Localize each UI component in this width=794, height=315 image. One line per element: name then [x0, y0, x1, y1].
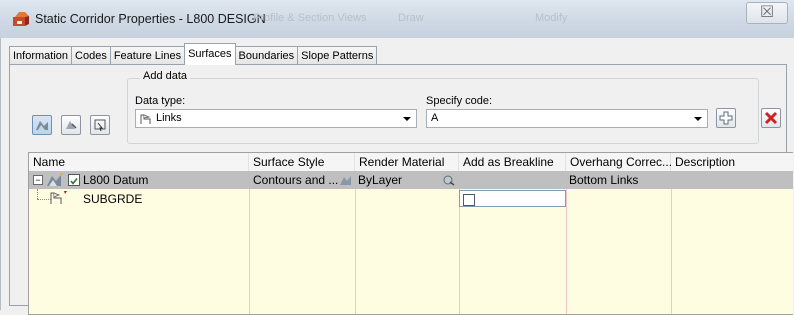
- pick-surface-button[interactable]: [90, 115, 110, 135]
- tab-slope-patterns[interactable]: Slope Patterns: [297, 46, 378, 65]
- add-as-breakline-checkbox[interactable]: [463, 194, 475, 206]
- surface-icon: [47, 173, 63, 186]
- add-icon: [719, 111, 733, 125]
- grid-header: Name Surface Style Render Material Add a…: [29, 153, 793, 172]
- close-icon: ☒: [759, 4, 775, 21]
- specify-code-dropdown[interactable]: A: [426, 109, 708, 128]
- ghost-ribbon-text: Draw: [398, 12, 424, 24]
- overhang-correction-value[interactable]: Bottom Links: [569, 171, 638, 189]
- include-checkbox[interactable]: [68, 174, 80, 186]
- tab-surfaces[interactable]: Surfaces: [184, 43, 236, 65]
- data-type-value: Links: [156, 112, 182, 124]
- style-edit-icon[interactable]: [339, 174, 352, 186]
- column-divider: [671, 171, 672, 314]
- add-data-label: Add data: [140, 70, 191, 82]
- column-header-description[interactable]: Description: [671, 153, 793, 171]
- table-row[interactable]: − L800 Datum Contours and ... ByLayer Bo…: [29, 171, 793, 189]
- surface-style-value[interactable]: Contours and ...: [253, 171, 338, 189]
- tab-codes[interactable]: Codes: [71, 46, 111, 65]
- column-header-surface-style[interactable]: Surface Style: [249, 153, 355, 171]
- links-icon: [50, 191, 67, 204]
- check-icon: [70, 178, 78, 185]
- ghost-ribbon-text: Profile & Section Views: [253, 12, 367, 24]
- surfaces-grid: Name Surface Style Render Material Add a…: [28, 152, 793, 315]
- create-surface-button[interactable]: [32, 115, 52, 135]
- civil3d-app-icon: [13, 12, 29, 26]
- render-material-value[interactable]: ByLayer: [358, 171, 402, 189]
- material-edit-icon[interactable]: [442, 174, 455, 186]
- close-button[interactable]: ☒: [746, 2, 788, 24]
- window-title: Static Corridor Properties - L800 DESIGN: [35, 12, 266, 26]
- data-type-label: Data type:: [135, 95, 186, 107]
- add-item-icon: [66, 121, 77, 129]
- add-data-button[interactable]: [716, 108, 736, 128]
- delete-icon: [764, 111, 778, 125]
- dialog-body: Information Codes Feature Lines Surfaces…: [0, 38, 794, 315]
- specify-code-label: Specify code:: [426, 95, 493, 107]
- tab-feature-lines[interactable]: Feature Lines: [109, 46, 186, 65]
- column-divider: [566, 171, 567, 314]
- row-name: SUBGRDE: [83, 192, 143, 206]
- chevron-down-icon: [403, 117, 411, 121]
- row-name: L800 Datum: [83, 173, 149, 187]
- add-surface-item-button[interactable]: [61, 115, 81, 135]
- surface-icon: [36, 121, 48, 130]
- column-header-render-material[interactable]: Render Material: [355, 153, 459, 171]
- column-divider: [355, 171, 356, 314]
- pick-icon: [94, 119, 106, 132]
- links-icon: [140, 114, 151, 124]
- column-header-name[interactable]: Name: [29, 153, 249, 171]
- collapse-icon[interactable]: −: [33, 175, 43, 185]
- title-bar: Static Corridor Properties - L800 DESIGN…: [0, 0, 794, 39]
- tab-strip: Information Codes Feature Lines Surfaces…: [9, 43, 378, 65]
- column-header-overhang-correction[interactable]: Overhang Correc...: [566, 153, 672, 171]
- data-type-dropdown[interactable]: Links: [135, 109, 417, 128]
- ghost-ribbon-text: Modify: [535, 12, 568, 24]
- remove-button[interactable]: [761, 108, 781, 128]
- tab-information[interactable]: Information: [9, 46, 73, 65]
- specify-code-value: A: [431, 112, 439, 124]
- column-header-add-as-breakline[interactable]: Add as Breakline: [459, 153, 566, 171]
- column-divider: [249, 171, 250, 314]
- tree-connector: [37, 189, 38, 199]
- chevron-down-icon: [694, 117, 702, 121]
- breakline-cell[interactable]: [459, 190, 566, 207]
- tree-connector: [37, 199, 51, 200]
- tab-boundaries[interactable]: Boundaries: [234, 46, 299, 65]
